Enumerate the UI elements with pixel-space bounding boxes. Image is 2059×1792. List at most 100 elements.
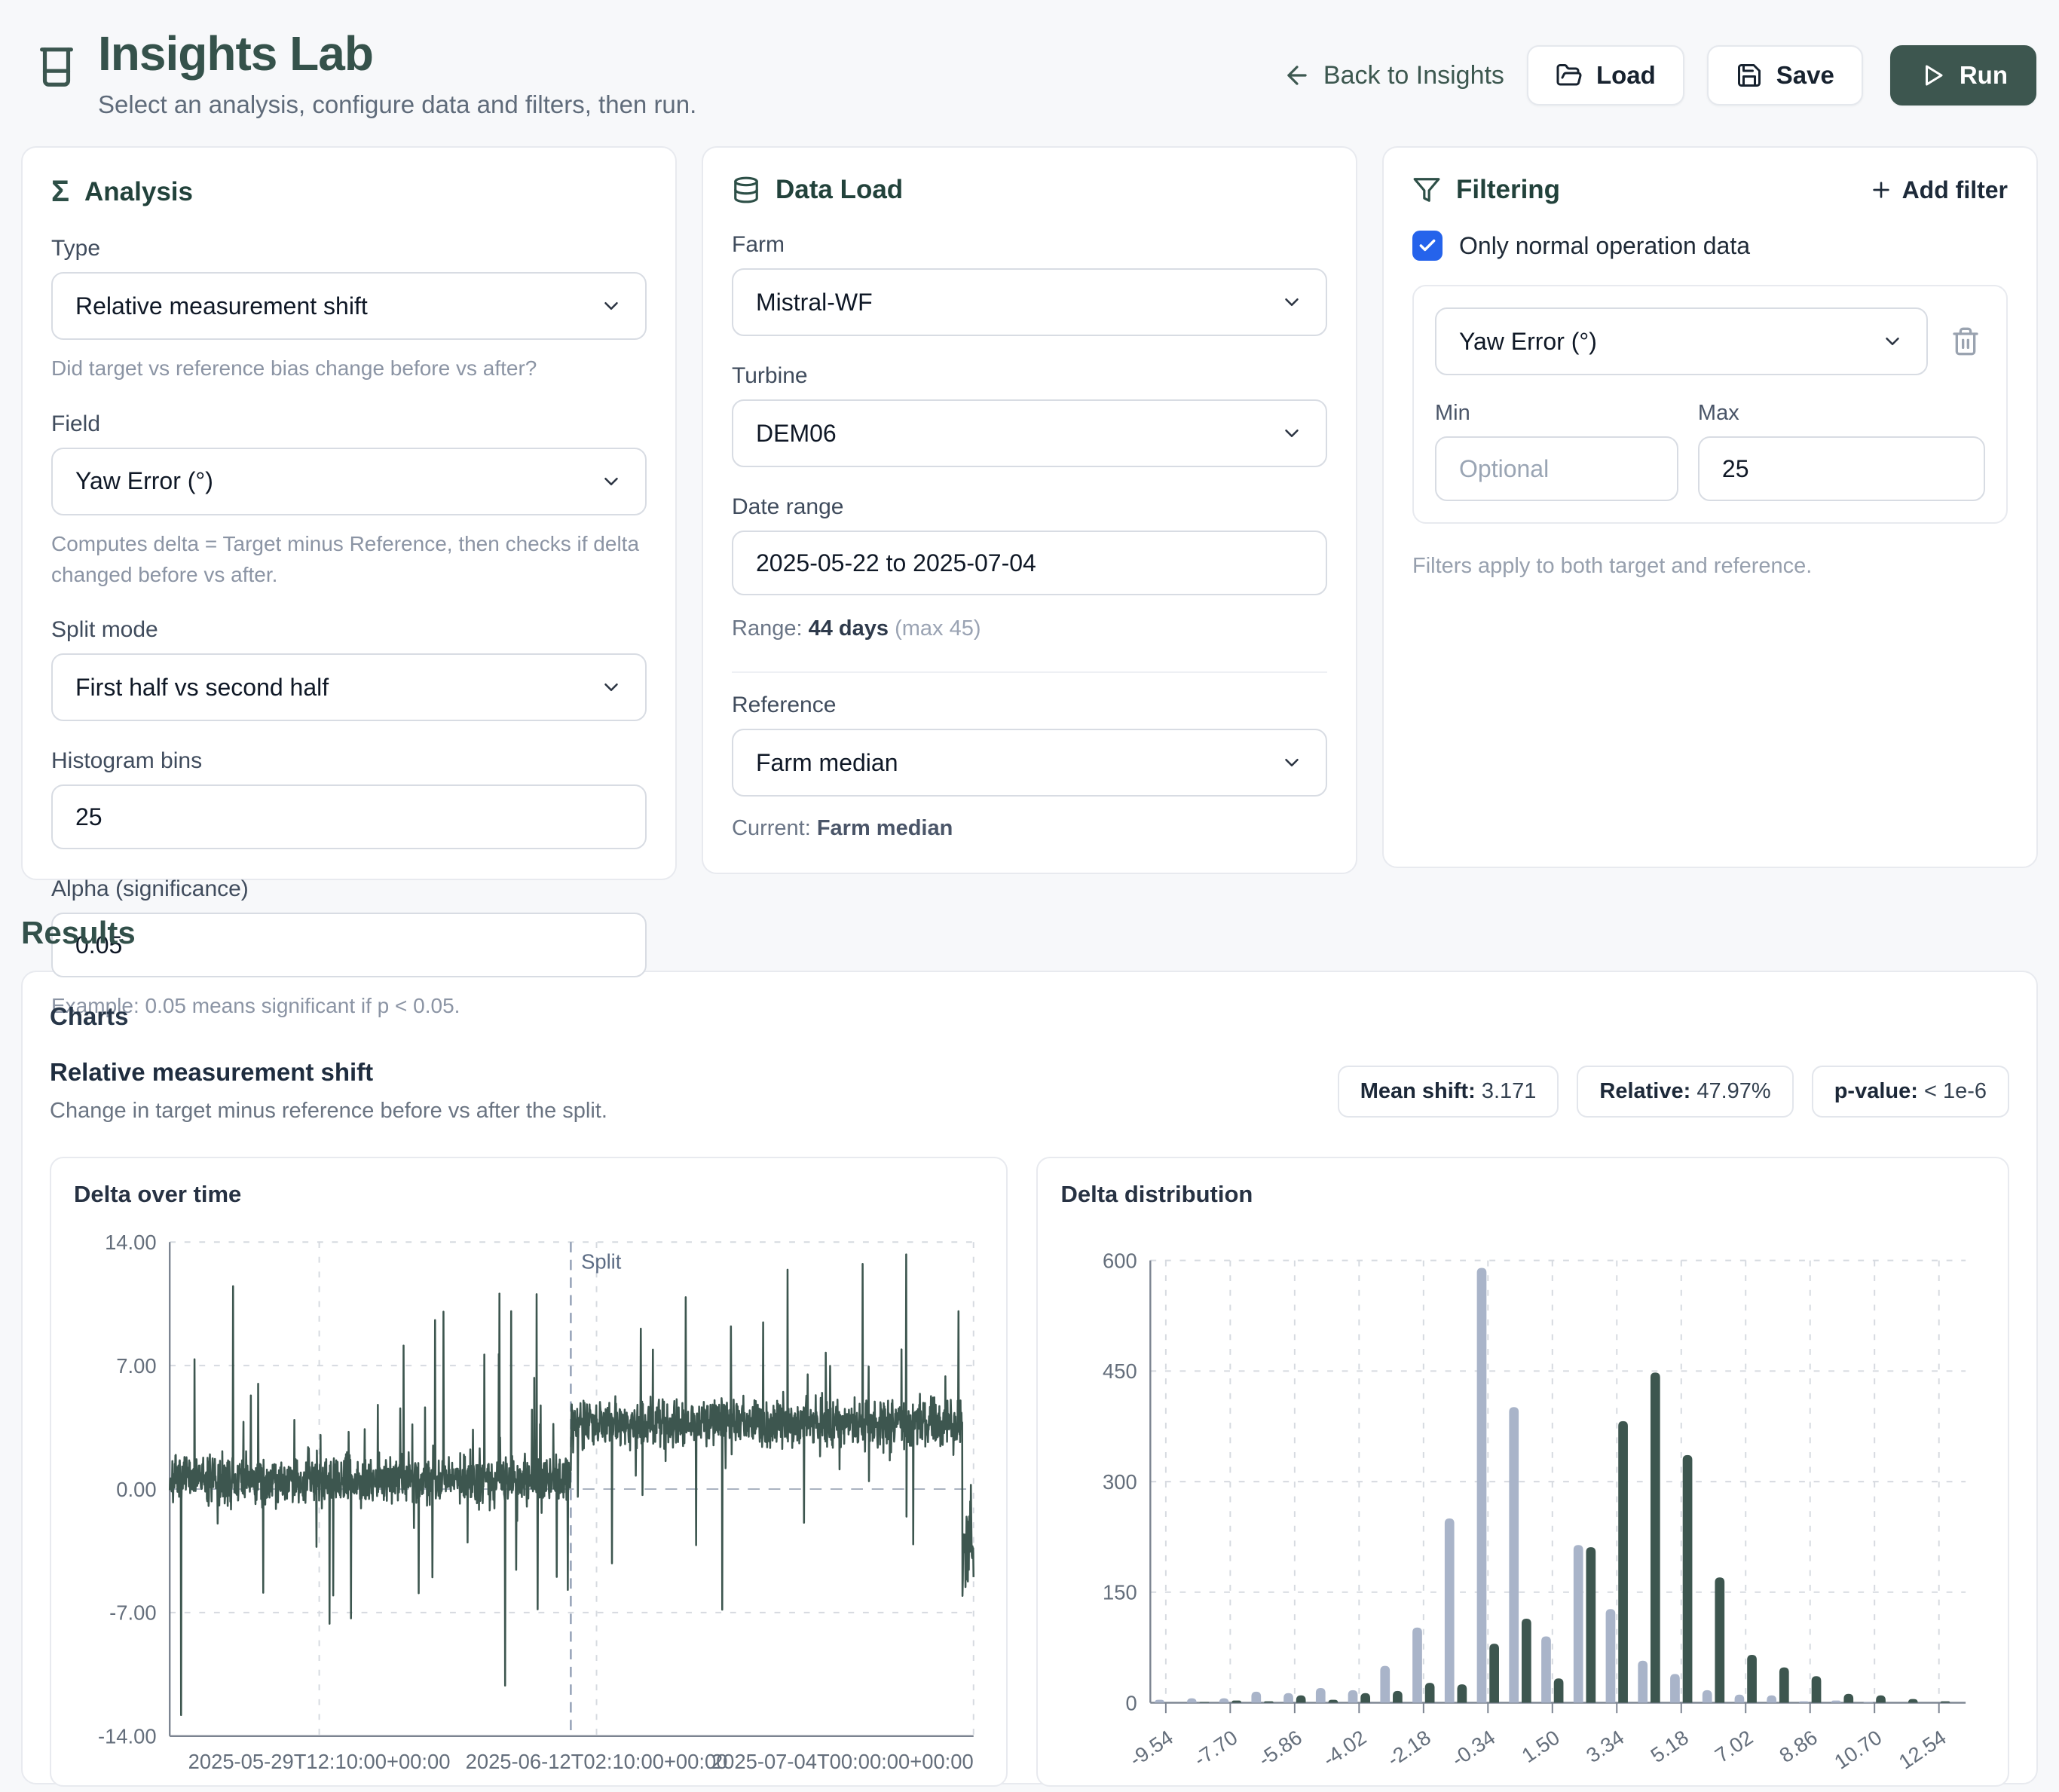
- filter-field-select-value: Yaw Error (°): [1459, 328, 1597, 356]
- chevron-down-icon: [600, 470, 623, 493]
- svg-text:Split: Split: [581, 1250, 622, 1274]
- filter-card: Yaw Error (°) Min Max: [1412, 285, 2008, 524]
- p-value-badge-label: p-value:: [1834, 1079, 1918, 1103]
- svg-text:300: 300: [1103, 1470, 1137, 1494]
- results-description: Change in target minus reference before …: [50, 1099, 607, 1124]
- data-load-divider: [732, 671, 1327, 673]
- svg-text:0.00: 0.00: [116, 1478, 156, 1501]
- only-normal-operation-checkbox-row[interactable]: Only normal operation data: [1412, 231, 2008, 261]
- svg-text:-7.70: -7.70: [1190, 1726, 1242, 1772]
- load-button-label: Load: [1596, 61, 1656, 90]
- split-mode-label: Split mode: [51, 617, 647, 643]
- mean-shift-badge: Mean shift: 3.171: [1338, 1066, 1559, 1118]
- analysis-panel-title: Analysis: [84, 177, 193, 207]
- alpha-help-text: Example: 0.05 means significant if p < 0…: [51, 991, 647, 1022]
- add-filter-label: Add filter: [1902, 176, 2008, 204]
- type-select[interactable]: Relative measurement shift: [51, 272, 647, 340]
- relative-badge: Relative: 47.97%: [1577, 1066, 1793, 1118]
- svg-text:14.00: 14.00: [105, 1231, 157, 1254]
- alpha-input[interactable]: [51, 913, 647, 977]
- farm-select-value: Mistral-WF: [756, 289, 873, 317]
- svg-text:12.54: 12.54: [1895, 1726, 1950, 1774]
- results-subtitle: Relative measurement shift: [50, 1058, 607, 1087]
- reference-select-value: Farm median: [756, 749, 898, 777]
- date-range-input[interactable]: [732, 531, 1327, 595]
- delta-over-time-card: Delta over time Split14.007.000.00-7.00-…: [50, 1157, 1008, 1787]
- field-help-text: Computes delta = Target minus Reference,…: [51, 529, 647, 590]
- type-label: Type: [51, 236, 647, 261]
- mean-shift-badge-value: 3.171: [1482, 1079, 1537, 1103]
- range-max: (max 45): [895, 616, 981, 641]
- plus-icon: [1869, 178, 1893, 202]
- chevron-down-icon: [1881, 330, 1904, 353]
- turbine-select[interactable]: DEM06: [732, 399, 1327, 467]
- delta-distribution-card: Delta distribution 0150300450600-9.54-7.…: [1036, 1157, 2009, 1787]
- analysis-panel: Σ Analysis Type Relative measurement shi…: [21, 146, 677, 880]
- date-range-label: Date range: [732, 494, 1327, 520]
- header-controls: Back to Insights Load Save Run: [1283, 45, 2036, 106]
- field-select[interactable]: Yaw Error (°): [51, 448, 647, 515]
- stat-badges: Mean shift: 3.171 Relative: 47.97% p-val…: [1338, 1066, 2009, 1118]
- alpha-label: Alpha (significance): [51, 876, 647, 902]
- trash-icon: [1950, 326, 1981, 356]
- page-header: Insights Lab Select an analysis, configu…: [0, 0, 2059, 119]
- checkbox-checked-icon[interactable]: [1412, 231, 1443, 261]
- histogram-bins-label: Histogram bins: [51, 748, 647, 774]
- relative-badge-value: 47.97%: [1696, 1079, 1770, 1103]
- current-prefix: Current:: [732, 816, 811, 840]
- split-mode-select-value: First half vs second half: [75, 674, 329, 702]
- range-summary: Range: 44 days (max 45): [732, 616, 1327, 641]
- svg-text:-4.02: -4.02: [1319, 1726, 1371, 1772]
- filtering-panel-title: Filtering: [1456, 175, 1560, 205]
- delete-filter-button[interactable]: [1946, 322, 1985, 361]
- max-label: Max: [1698, 401, 1985, 426]
- current-value: Farm median: [817, 816, 953, 840]
- svg-text:-2.18: -2.18: [1383, 1726, 1435, 1772]
- load-button[interactable]: Load: [1527, 45, 1684, 106]
- max-input[interactable]: [1698, 436, 1985, 501]
- delta-over-time-chart: Split14.007.000.00-7.00-14.002025-05-29T…: [74, 1216, 984, 1791]
- mean-shift-badge-label: Mean shift:: [1360, 1079, 1476, 1103]
- chevron-down-icon: [1280, 751, 1303, 774]
- svg-text:7.02: 7.02: [1711, 1726, 1758, 1767]
- svg-text:-5.86: -5.86: [1254, 1726, 1306, 1772]
- data-load-panel: Data Load Farm Mistral-WF Turbine DEM06 …: [702, 146, 1357, 874]
- reference-select[interactable]: Farm median: [732, 729, 1327, 797]
- page-title: Insights Lab: [98, 27, 696, 80]
- filter-field-select[interactable]: Yaw Error (°): [1435, 307, 1928, 375]
- save-button[interactable]: Save: [1707, 45, 1863, 106]
- chevron-down-icon: [1280, 422, 1303, 445]
- range-prefix: Range:: [732, 616, 803, 641]
- farm-label: Farm: [732, 232, 1327, 258]
- funnel-icon: [1412, 176, 1441, 204]
- play-icon: [1919, 62, 1946, 89]
- delta-distribution-title: Delta distribution: [1060, 1181, 1985, 1208]
- svg-text:2025-05-29T12:10:00+00:00: 2025-05-29T12:10:00+00:00: [188, 1750, 451, 1773]
- svg-text:600: 600: [1103, 1249, 1137, 1273]
- beaker-icon: [33, 41, 80, 119]
- delta-over-time-title: Delta over time: [74, 1181, 984, 1208]
- svg-text:5.18: 5.18: [1647, 1726, 1693, 1767]
- database-icon: [732, 176, 760, 204]
- back-to-insights-link[interactable]: Back to Insights: [1283, 61, 1504, 90]
- turbine-select-value: DEM06: [756, 420, 837, 448]
- checkbox-label: Only normal operation data: [1459, 232, 1750, 260]
- back-link-label: Back to Insights: [1323, 61, 1504, 90]
- split-mode-select[interactable]: First half vs second half: [51, 653, 647, 721]
- brand: Insights Lab Select an analysis, configu…: [33, 27, 696, 119]
- svg-text:3.34: 3.34: [1582, 1726, 1629, 1767]
- current-reference: Current: Farm median: [732, 816, 1327, 841]
- chevron-down-icon: [600, 295, 623, 317]
- config-panels: Σ Analysis Type Relative measurement shi…: [0, 146, 2059, 880]
- p-value-badge-value: < 1e-6: [1924, 1079, 1987, 1103]
- run-button[interactable]: Run: [1890, 45, 2036, 106]
- sigma-icon: Σ: [51, 175, 69, 209]
- add-filter-button[interactable]: Add filter: [1869, 176, 2008, 204]
- filtering-panel-header: Filtering: [1412, 175, 1560, 205]
- svg-text:10.70: 10.70: [1831, 1726, 1886, 1774]
- farm-select[interactable]: Mistral-WF: [732, 268, 1327, 336]
- histogram-bins-input[interactable]: [51, 784, 647, 849]
- min-input[interactable]: [1435, 436, 1678, 501]
- run-button-label: Run: [1960, 61, 2008, 90]
- svg-text:-7.00: -7.00: [109, 1601, 156, 1625]
